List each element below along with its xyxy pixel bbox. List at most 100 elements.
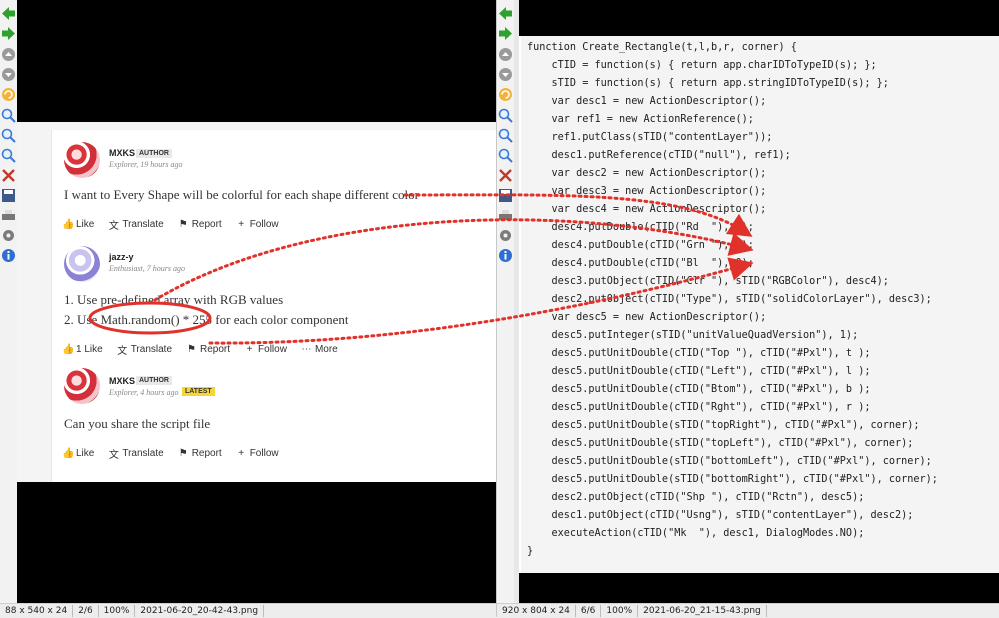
scroll-up-icon[interactable] (498, 47, 513, 62)
like-button[interactable]: 👍 Like (62, 448, 94, 459)
follow-button[interactable]: + Follow (236, 448, 278, 459)
black-background-top (519, 0, 999, 36)
back-arrow-icon[interactable] (498, 6, 513, 21)
flag-icon: ⚑ (187, 344, 196, 355)
image-index: 2/6 (73, 605, 99, 617)
author-name[interactable]: jazz-y (109, 252, 134, 262)
delete-icon[interactable] (1, 168, 16, 183)
code-line: desc5.putInteger(sTID("unitValueQuadVers… (527, 330, 859, 341)
zoom-in-icon[interactable] (498, 108, 513, 123)
code-line: var desc2 = new ActionDescriptor(); (527, 168, 767, 179)
code-block: function Create_Rectangle(t,l,b,r, corne… (527, 39, 938, 561)
translate-icon: 文 (108, 221, 119, 232)
inline-code: Math.random() * 255 (100, 312, 213, 327)
code-line: desc1.putReference(cTID("null"), ref1); (527, 150, 791, 161)
left-status-bar: 88 x 540 x 24 2/6 100% 2021-06-20_20-42-… (0, 603, 496, 618)
image-dimensions: 88 x 540 x 24 (0, 605, 74, 617)
scroll-up-icon[interactable] (1, 47, 16, 62)
left-image-viewer: MXKS AUTHOR Explorer, 19 hours ago I wan… (0, 0, 497, 603)
code-line: desc5.putUnitDouble(sTID("bottomRight"),… (527, 474, 938, 485)
forward-arrow-icon[interactable] (498, 26, 513, 41)
zoom-in-icon[interactable] (1, 108, 16, 123)
thumbs-up-icon: 👍 (62, 344, 75, 355)
post-actions: 👍 1 Like 文 Translate ⚑ Report + Follow ⋯ More (62, 342, 352, 357)
code-line: executeAction(cTID("Mk "), desc1, Dialog… (527, 528, 865, 539)
code-line: function Create_Rectangle(t,l,b,r, corne… (527, 42, 797, 53)
code-line: cTID = function(s) { return app.charIDTo… (527, 60, 877, 71)
print-icon[interactable] (498, 208, 513, 223)
code-line: desc5.putUnitDouble(sTID("topLeft"), cTI… (527, 438, 914, 449)
code-line: desc1.putObject(cTID("Usng"), sTID("cont… (527, 510, 914, 521)
code-line: desc5.putUnitDouble(sTID("topRight"), cT… (527, 420, 920, 431)
more-button[interactable]: ⋯ More (301, 344, 337, 355)
settings-icon[interactable] (498, 228, 513, 243)
code-line: var desc5 = new ActionDescriptor(); (527, 312, 767, 323)
file-name: 2021-06-20_20-42-43.png (135, 605, 265, 617)
forum-post: MXKS AUTHOR Explorer, 4 hours ago LATEST… (52, 368, 497, 482)
code-line: desc5.putUnitDouble(cTID("Btom"), cTID("… (527, 384, 871, 395)
plus-icon: + (238, 448, 245, 459)
info-icon[interactable] (498, 248, 513, 263)
zoom-fit-icon[interactable] (1, 128, 16, 143)
more-icon: ⋯ (301, 344, 312, 355)
right-status-bar: 920 x 804 x 24 6/6 100% 2021-06-20_21-15… (497, 603, 999, 618)
translate-button[interactable]: 文 Translate (117, 342, 172, 357)
forum-replies: MXKS AUTHOR Explorer, 19 hours ago I wan… (51, 130, 497, 482)
code-line: desc3.putObject(cTID("Clr "), sTID("RGBC… (527, 276, 889, 287)
refresh-icon[interactable] (498, 87, 513, 102)
refresh-icon[interactable] (1, 87, 16, 102)
author-name[interactable]: MXKS (109, 376, 135, 386)
forum-post: jazz-y Enthusiast, 7 hours ago 1. Use pr… (52, 238, 497, 368)
left-toolbar (0, 0, 18, 603)
flag-icon: ⚑ (178, 219, 188, 230)
zoom-out-icon[interactable] (498, 148, 513, 163)
save-icon[interactable] (1, 188, 16, 203)
settings-icon[interactable] (1, 228, 16, 243)
report-button[interactable]: ⚑ Report (178, 448, 222, 459)
author-name[interactable]: MXKS (109, 148, 135, 158)
avatar[interactable] (64, 142, 100, 178)
scroll-down-icon[interactable] (1, 67, 16, 82)
post-actions: 👍 Like 文 Translate ⚑ Report + Follow (62, 446, 293, 461)
plus-icon: + (246, 344, 253, 355)
like-button[interactable]: 👍 1 Like (62, 344, 103, 355)
back-arrow-icon[interactable] (1, 6, 16, 21)
image-dimensions: 920 x 804 x 24 (497, 605, 576, 617)
author-meta: Enthusiast, 7 hours ago (109, 264, 186, 273)
delete-icon[interactable] (498, 168, 513, 183)
print-icon[interactable] (1, 208, 16, 223)
thumbs-up-icon: 👍 (62, 219, 75, 230)
translate-button[interactable]: 文 Translate (108, 446, 164, 461)
code-line: var desc1 = new ActionDescriptor(); (527, 96, 767, 107)
report-button[interactable]: ⚑ Report (186, 344, 230, 355)
avatar[interactable] (64, 246, 100, 282)
translate-icon: 文 (108, 450, 119, 461)
code-line: desc5.putUnitDouble(sTID("bottomLeft"), … (527, 456, 932, 467)
post-text-line-1: 1. Use pre-defined array with RGB values (64, 292, 284, 307)
code-line: var desc4 = new ActionDescriptor(); (527, 204, 767, 215)
info-icon[interactable] (1, 248, 16, 263)
avatar[interactable] (64, 368, 100, 404)
like-button[interactable]: 👍 Like (62, 219, 94, 230)
follow-button[interactable]: + Follow (244, 344, 287, 355)
report-button[interactable]: ⚑ Report (178, 219, 222, 230)
forward-arrow-icon[interactable] (1, 26, 16, 41)
black-background-bottom (17, 482, 496, 603)
code-line: desc5.putUnitDouble(cTID("Left"), cTID("… (527, 366, 871, 377)
save-icon[interactable] (498, 188, 513, 203)
code-line: desc5.putUnitDouble(cTID("Top "), cTID("… (527, 348, 871, 359)
translate-button[interactable]: 文 Translate (108, 217, 164, 232)
post-text-line-2: 2. Use Math.random() * 255 for each colo… (64, 312, 349, 327)
code-line: var ref1 = new ActionReference(); (527, 114, 754, 125)
zoom-out-icon[interactable] (1, 148, 16, 163)
zoom-fit-icon[interactable] (498, 128, 513, 143)
code-line: } (527, 546, 534, 557)
post-text: I want to Every Shape will be colorful f… (64, 187, 419, 202)
right-toolbar (497, 0, 515, 603)
black-background-top (17, 0, 496, 122)
black-background-bottom (519, 573, 999, 603)
follow-button[interactable]: + Follow (236, 219, 278, 230)
zoom-level: 100% (601, 605, 639, 617)
scroll-down-icon[interactable] (498, 67, 513, 82)
post-text: Can you share the script file (64, 416, 211, 431)
